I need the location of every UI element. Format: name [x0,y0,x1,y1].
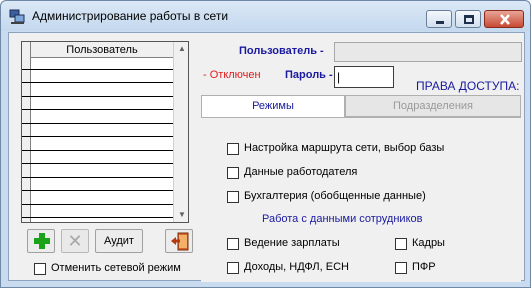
mode-label: Настройка маршрута сети, выбор базы [244,142,445,154]
access-title: ПРАВА ДОСТУПА: [416,79,520,93]
grid-row-line [22,163,173,164]
users-grid[interactable]: Пользователь ▲ ▼ [21,41,189,223]
grid-row-line [22,204,173,205]
maximize-icon [464,15,474,24]
client-area: Пользователь ▲ ▼ ✕ Аудит Отменить сетево… [8,32,525,282]
grid-scrollbar[interactable]: ▲ ▼ [173,42,188,222]
password-field[interactable]: | [334,66,394,88]
pfr-checkbox[interactable] [395,262,407,274]
app-window: Администрирование работы в сети Пользова… [0,0,531,288]
add-user-button[interactable] [27,229,55,253]
grid-row-line [22,96,173,97]
mode-checkbox[interactable] [227,191,239,203]
password-label: Пароль - [285,69,333,81]
grid-row-line [22,177,173,178]
user-label: Пользователь - [239,45,324,57]
delete-icon: ✕ [67,231,83,251]
mode-label: Бухгалтерия (обобщенные данные) [244,190,426,202]
grid-row-line [22,150,173,151]
mode-checkbox[interactable] [227,143,239,155]
income-checkbox[interactable] [227,262,239,274]
user-name-field [334,42,522,62]
tab-modes[interactable]: Режимы [201,95,345,118]
app-icon [9,9,25,24]
exit-icon [171,232,189,251]
grid-row-line [22,82,173,83]
disable-network-checkbox[interactable] [34,263,46,275]
mode-checkbox[interactable] [227,167,239,179]
grid-row-line [22,69,173,70]
title-bar: Администрирование работы в сети [1,1,530,31]
tab-departments[interactable]: Подразделения [345,95,521,117]
maximize-button[interactable] [455,10,481,28]
grid-row-line [22,136,173,137]
audit-button[interactable]: Аудит [95,229,143,253]
window-title: Администрирование работы в сети [32,9,229,23]
grid-column-header[interactable]: Пользователь [31,42,173,58]
grid-row-line [22,190,173,191]
modes-panel: Настройка маршрута сети, выбор базы Данн… [201,117,521,282]
minimize-button[interactable] [426,10,452,28]
pfr-label: ПФР [412,261,436,273]
personnel-checkbox[interactable] [395,238,407,250]
scroll-down-icon[interactable]: ▼ [178,210,186,219]
grid-row-line [22,123,173,124]
salary-label: Ведение зарплаты [244,237,340,249]
salary-checkbox[interactable] [227,238,239,250]
exit-button[interactable] [165,229,193,253]
delete-user-button[interactable]: ✕ [61,229,89,253]
close-icon [500,14,510,25]
minimize-icon [436,21,444,24]
status-text: - Отключен [203,69,261,81]
close-button[interactable] [484,10,524,28]
grid-row-line [22,109,173,110]
personnel-label: Кадры [412,237,445,249]
income-label: Доходы, НДФЛ, ЕСН [244,261,349,273]
disable-network-label: Отменить сетевой режим [51,262,181,274]
grid-row-line [22,217,173,218]
section-title: Работа с данными сотрудников [262,213,423,225]
scroll-up-icon[interactable]: ▲ [178,44,186,53]
mode-label: Данные работодателя [244,166,358,178]
